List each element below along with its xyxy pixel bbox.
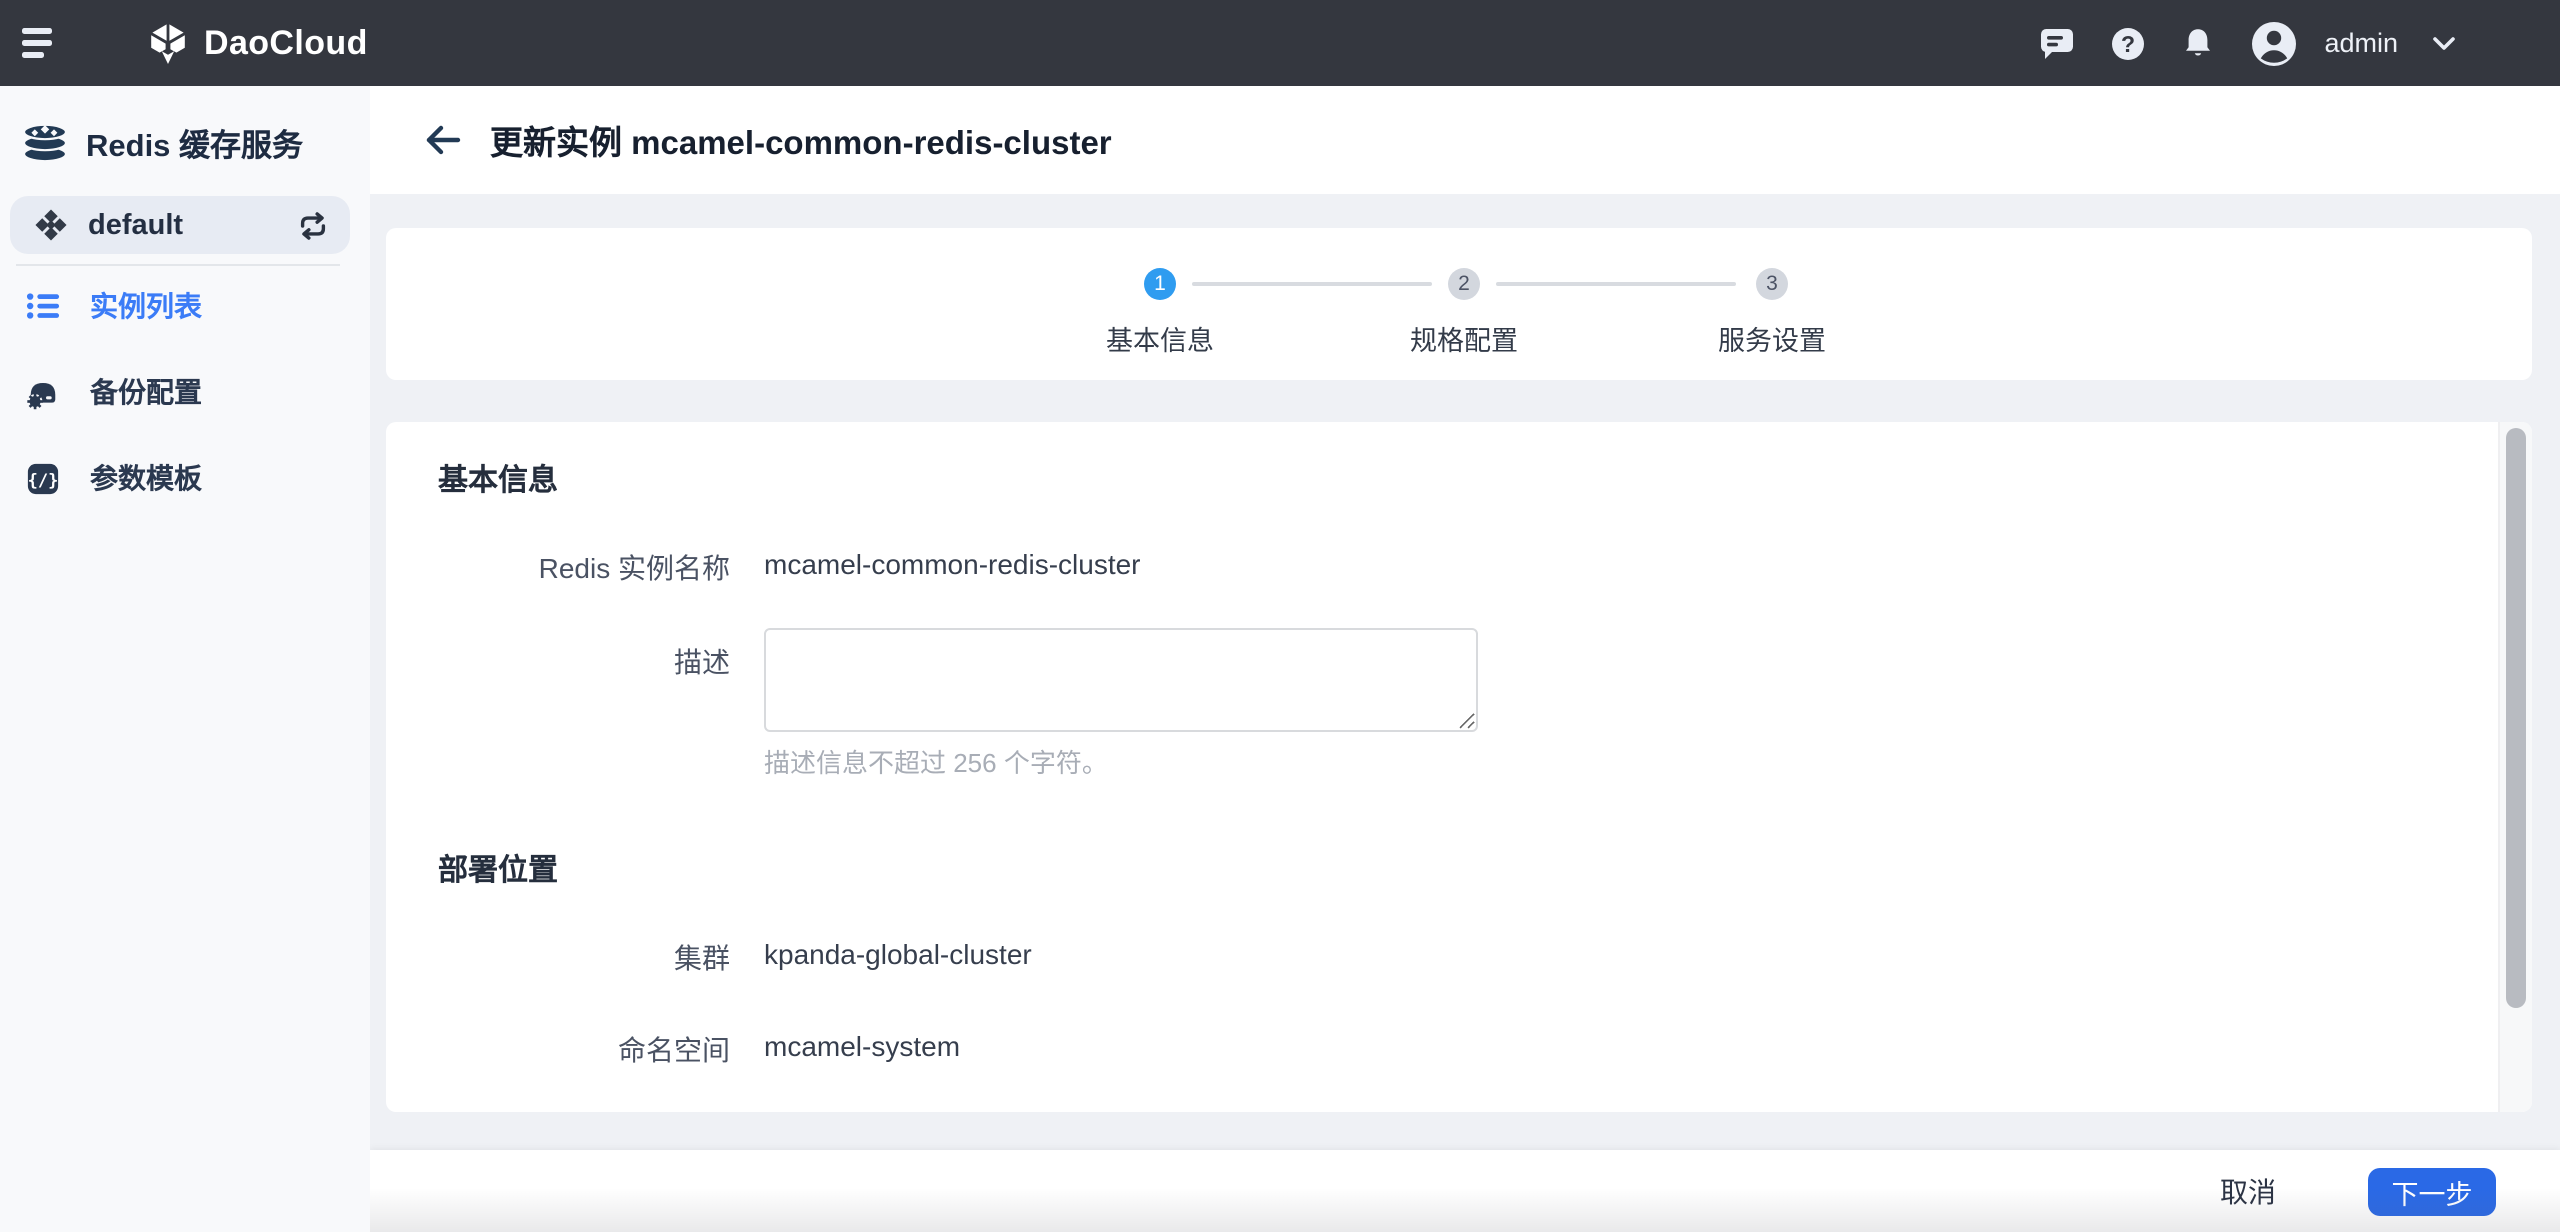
namespace-label: 命名空间 [386, 1030, 730, 1070]
step-connector [1496, 282, 1736, 286]
basic-info-card: 基本信息 Redis 实例名称 mcamel-common-redis-clus… [386, 422, 2532, 1112]
sidebar-item-label: 备份配置 [90, 372, 202, 412]
workspace-selector[interactable]: default [10, 196, 350, 254]
main-content: 1 2 3 基本信息 规格配置 服务设置 基本信息 Redis 实例名称 mca… [370, 194, 2560, 1150]
step-3-circle: 3 [1756, 268, 1788, 300]
description-row: 描述 [386, 628, 1478, 732]
next-step-button[interactable]: 下一步 [2368, 1167, 2496, 1215]
sidebar-item-backup-config[interactable]: 备份配置 [0, 358, 370, 426]
instance-list-icon [26, 289, 60, 323]
top-header: DaoCloud ? [0, 0, 2560, 86]
step-2-circle: 2 [1448, 268, 1480, 300]
step-connector [1192, 282, 1432, 286]
description-hint: 描述信息不超过 256 个字符。 [764, 742, 1108, 780]
step-1-label: 基本信息 [1040, 318, 1280, 358]
scrollbar-thumb[interactable] [2505, 428, 2525, 1008]
workspace-diamond-icon [32, 206, 70, 244]
back-arrow-icon[interactable] [424, 124, 462, 156]
page-title: 更新实例 mcamel-common-redis-cluster [490, 116, 1112, 164]
name-row: Redis 实例名称 mcamel-common-redis-cluster [386, 548, 1141, 588]
daocloud-logo [146, 21, 190, 65]
svg-text:{/}: {/} [28, 470, 59, 490]
param-template-icon: {/} [26, 461, 60, 495]
header-actions: ? admin [2038, 19, 2560, 67]
help-icon[interactable]: ? [2110, 25, 2146, 61]
svg-text:?: ? [2121, 30, 2135, 56]
sidebar-nav: 实例列表 备份配置 [0, 272, 370, 512]
step-2-label: 规格配置 [1344, 318, 1584, 358]
sidebar-item-label: 参数模板 [90, 458, 202, 498]
redis-product-icon [20, 122, 70, 166]
product-header: Redis 缓存服务 [0, 86, 370, 166]
section-basic-info: 基本信息 [438, 458, 558, 500]
description-label: 描述 [386, 642, 730, 732]
step-3-label: 服务设置 [1652, 318, 1892, 358]
step-1-circle: 1 [1144, 268, 1176, 300]
action-footer: 取消 下一步 [370, 1150, 2560, 1232]
namespace-row: 命名空间 mcamel-system [386, 1030, 960, 1070]
sidebar-item-instance-list[interactable]: 实例列表 [0, 272, 370, 340]
user-name[interactable]: admin [2324, 28, 2398, 58]
brand-name: DaoCloud [204, 23, 368, 63]
name-value: mcamel-common-redis-cluster [764, 548, 1141, 588]
backup-config-icon [26, 375, 60, 409]
brand[interactable]: DaoCloud [146, 21, 368, 65]
sidebar-item-param-template[interactable]: {/} 参数模板 [0, 444, 370, 512]
section-deploy-location: 部署位置 [438, 848, 558, 890]
description-input[interactable] [764, 628, 1478, 732]
stepper-card: 1 2 3 基本信息 规格配置 服务设置 [386, 228, 2532, 380]
app-root: DaoCloud ? [0, 0, 2560, 1232]
workspace-name: default [88, 209, 296, 241]
cluster-row: 集群 kpanda-global-cluster [386, 938, 1032, 978]
cluster-label: 集群 [386, 938, 730, 978]
swap-icon[interactable] [296, 209, 330, 241]
bell-icon[interactable] [2180, 25, 2216, 61]
chat-icon[interactable] [2038, 24, 2076, 62]
scrollbar-track[interactable] [2498, 422, 2532, 1112]
avatar-icon[interactable] [2250, 19, 2298, 67]
page-title-bar: 更新实例 mcamel-common-redis-cluster [370, 86, 2560, 194]
cancel-button[interactable]: 取消 [2220, 1171, 2276, 1211]
product-title: Redis 缓存服务 [86, 122, 303, 166]
namespace-value: mcamel-system [764, 1030, 960, 1070]
cluster-value: kpanda-global-cluster [764, 938, 1032, 978]
chevron-down-icon[interactable] [2432, 35, 2456, 51]
sidebar-divider [16, 263, 340, 265]
hamburger-icon[interactable] [0, 0, 90, 86]
name-label: Redis 实例名称 [386, 548, 730, 588]
sidebar: Redis 缓存服务 default [0, 86, 370, 1232]
sidebar-item-label: 实例列表 [90, 286, 202, 326]
